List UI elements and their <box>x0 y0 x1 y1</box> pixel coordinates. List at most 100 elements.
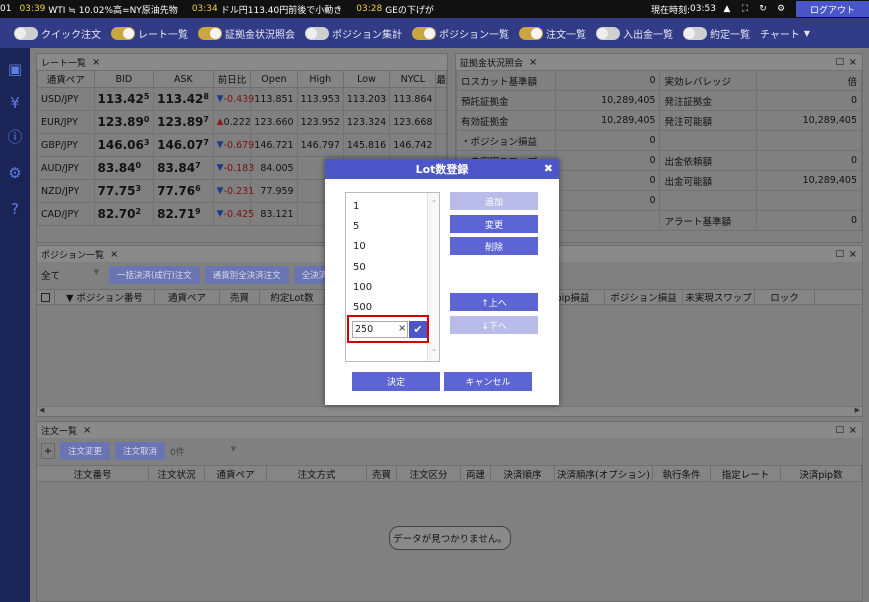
toggle-switch[interactable] <box>111 26 135 40</box>
close-icon[interactable]: × <box>92 57 100 68</box>
bulk-market-close-button[interactable]: 一括決済(成行)注文 <box>109 266 200 284</box>
toggle-switch[interactable] <box>305 26 329 40</box>
chevron-left-icon[interactable]: ◀ <box>39 406 44 414</box>
nav-deposit-list[interactable]: 入出金一覧 <box>596 26 673 41</box>
maximize-icon[interactable]: □ <box>835 57 844 67</box>
refresh-icon[interactable]: ↻ <box>756 4 770 14</box>
ticker-news-1[interactable]: WTI ≒ 10.02%高=NY原油先物 <box>48 3 177 16</box>
cancel-order-button[interactable]: 注文取消 <box>115 442 166 460</box>
add-button[interactable]: 追加 <box>450 192 538 210</box>
close-icon[interactable]: × <box>110 249 118 260</box>
filter-select[interactable]: 全て ▼ <box>41 268 99 282</box>
list-item[interactable]: 100 <box>353 282 372 293</box>
toggle-switch[interactable] <box>412 26 436 40</box>
ask-price[interactable]: 123.897 <box>153 110 214 134</box>
confirm-check-button[interactable]: ✔ <box>409 321 427 338</box>
column-header[interactable]: 指定レート <box>711 466 781 481</box>
close-icon[interactable]: × <box>849 425 857 436</box>
column-header[interactable]: 注文方式 <box>267 466 367 481</box>
column-header[interactable]: High <box>296 70 344 88</box>
column-header[interactable]: ロック <box>755 290 815 304</box>
close-by-currency-button[interactable]: 通貨別全決済注文 <box>204 266 289 284</box>
bid-price[interactable]: 113.425 <box>93 87 155 111</box>
change-button[interactable]: 変更 <box>450 215 538 233</box>
list-item[interactable]: 5 <box>353 221 359 232</box>
nav-rate-list[interactable]: レート一覧 <box>111 26 188 41</box>
close-icon[interactable]: ✖ <box>544 162 553 175</box>
column-header[interactable]: ポジション損益 <box>605 290 683 304</box>
toggle-switch[interactable] <box>14 26 38 40</box>
nav-position-summary[interactable]: ポジション集計 <box>305 26 402 41</box>
move-down-button[interactable]: ↓下へ <box>450 316 538 334</box>
column-header[interactable]: BID <box>93 70 155 88</box>
bell-icon[interactable]: ▲ <box>720 4 734 14</box>
modify-order-button[interactable]: 注文変更 <box>60 442 111 460</box>
chevron-up-icon[interactable]: ⌃ <box>429 199 439 208</box>
nav-margin-status[interactable]: 証拠金状況照会 <box>198 26 295 41</box>
column-header[interactable]: 最 <box>435 70 447 88</box>
toggle-switch[interactable] <box>596 26 620 40</box>
column-header[interactable]: 注文番号 <box>37 466 149 481</box>
column-header[interactable]: 決済pip数 <box>781 466 862 481</box>
gear-icon[interactable]: ⚙ <box>6 164 24 182</box>
table-row[interactable]: EUR/JPY 123.890 123.897 ▲ 0.222 123.660 123.95… <box>37 110 447 134</box>
column-header[interactable]: 売買 <box>220 290 260 304</box>
column-header[interactable]: 売買 <box>367 466 397 481</box>
delete-button[interactable]: 削除 <box>450 237 538 255</box>
close-icon[interactable]: × <box>849 249 857 260</box>
cancel-button[interactable]: キャンセル <box>444 372 532 391</box>
horizontal-scrollbar[interactable]: ◀ ▶ <box>37 406 862 416</box>
gear-icon[interactable]: ⚙ <box>774 4 788 14</box>
help-icon[interactable]: ? <box>6 200 24 218</box>
column-header[interactable]: ▼ ポジション番号 <box>55 290 155 304</box>
bid-price[interactable]: 146.063 <box>93 133 155 157</box>
column-header[interactable]: 通貨ペア <box>155 290 220 304</box>
column-header[interactable]: 両建 <box>461 466 491 481</box>
clear-icon[interactable]: × <box>398 323 406 334</box>
ticker-news-2[interactable]: ドル円113.40円前後で小動き <box>221 3 343 16</box>
list-item[interactable]: 10 <box>353 241 366 252</box>
column-header[interactable]: 執行条件 <box>653 466 711 481</box>
list-item[interactable]: 1 <box>353 201 359 212</box>
add-order-button[interactable]: + <box>41 443 55 459</box>
ask-price[interactable]: 83.847 <box>153 156 214 180</box>
column-header[interactable]: 決済順序(オプション) <box>555 466 653 481</box>
list-item[interactable]: 500 <box>353 302 372 313</box>
logout-button[interactable]: ログアウト <box>795 1 869 17</box>
close-icon[interactable]: × <box>529 57 537 68</box>
chevron-right-icon[interactable]: ▶ <box>855 406 860 414</box>
nav-quick-order[interactable]: クイック注文 <box>14 26 101 41</box>
column-header[interactable]: Open <box>250 70 298 88</box>
column-header[interactable]: 決済順序 <box>491 466 555 481</box>
yen-icon[interactable]: ¥ <box>6 94 24 112</box>
close-icon[interactable]: × <box>83 425 91 436</box>
column-header[interactable]: ASK <box>153 70 214 88</box>
bid-price[interactable]: 83.840 <box>93 156 155 180</box>
fullscreen-icon[interactable]: ⛶ <box>738 4 752 14</box>
column-header[interactable]: 通貨ペア <box>205 466 267 481</box>
column-header[interactable]: NYCL <box>389 70 437 88</box>
order-count-select[interactable]: 0件 ▼ <box>170 445 236 458</box>
nav-chart-menu[interactable]: チャート ▼ <box>760 26 810 41</box>
column-header[interactable]: 約定Lot数 <box>260 290 325 304</box>
chevron-down-icon[interactable]: ⌄ <box>429 344 439 353</box>
ticker-news-3[interactable]: GEの下げが <box>385 3 434 16</box>
ask-price[interactable]: 82.719 <box>153 202 214 226</box>
save-icon[interactable]: ▣ <box>6 60 24 78</box>
column-header[interactable]: 通貨ペア <box>37 70 95 88</box>
ask-price[interactable]: 77.766 <box>153 179 214 203</box>
nav-position-list[interactable]: ポジション一覧 <box>412 26 509 41</box>
column-header[interactable]: Low <box>342 70 391 88</box>
table-row[interactable]: GBP/JPY 146.063 146.077 ▼ -0.679 146.721 146.7… <box>37 133 447 157</box>
list-item[interactable]: 50 <box>353 262 366 273</box>
ask-price[interactable]: 146.077 <box>153 133 214 157</box>
info-icon[interactable]: ⓘ <box>6 128 24 146</box>
ask-price[interactable]: 113.428 <box>153 87 214 111</box>
maximize-icon[interactable]: □ <box>835 249 844 259</box>
close-icon[interactable]: × <box>849 57 857 68</box>
ok-button[interactable]: 決定 <box>352 372 440 391</box>
column-header[interactable]: 注文区分 <box>397 466 461 481</box>
bid-price[interactable]: 77.753 <box>93 179 155 203</box>
toggle-switch[interactable] <box>519 26 543 40</box>
select-all-checkbox[interactable] <box>37 290 55 304</box>
